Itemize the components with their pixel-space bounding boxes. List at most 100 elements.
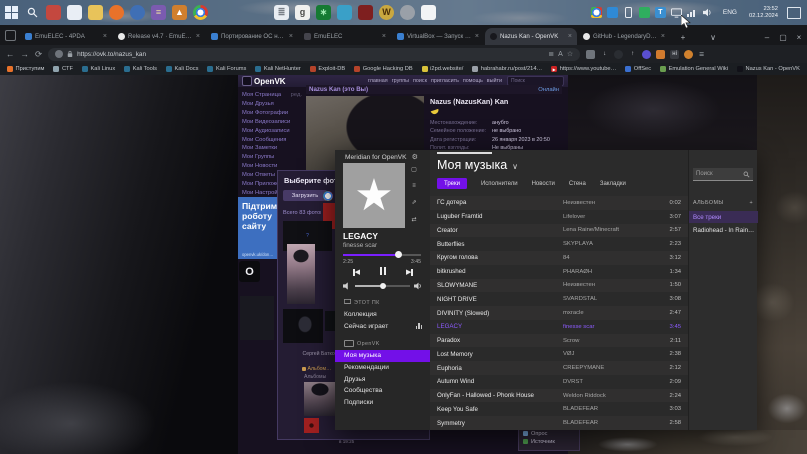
sidebar-item-5[interactable]: Мои Аудиозаписи bbox=[242, 127, 304, 136]
translate-icon[interactable]: A bbox=[558, 51, 563, 58]
forward-button[interactable]: → bbox=[21, 49, 30, 59]
bookmark-6[interactable]: Kali Forums bbox=[207, 66, 246, 72]
sidebar-item-6[interactable]: Мои Сообщения bbox=[242, 136, 304, 145]
adblock-shield-icon[interactable] bbox=[586, 50, 595, 59]
search-icon[interactable] bbox=[25, 5, 40, 20]
track-row-2[interactable]: Luguber FramtidLifelover3:07 bbox=[430, 210, 688, 224]
gimp-icon[interactable]: g bbox=[295, 5, 310, 20]
track-row-1[interactable]: ГС дотераНеизвестен0:02 bbox=[430, 196, 688, 210]
volume-low-icon[interactable] bbox=[343, 282, 351, 290]
game-red-icon[interactable] bbox=[358, 5, 373, 20]
sidebar-item-2[interactable]: Мои Друзья bbox=[242, 100, 304, 109]
track-row-7[interactable]: SLOWYMANEНеизвестен1:50 bbox=[430, 279, 688, 293]
tab-7[interactable]: GitHub - LegendaryDevMeridia…× bbox=[578, 28, 670, 45]
bookmark-5[interactable]: Kali Docs bbox=[166, 66, 199, 72]
tab-search-chevron[interactable]: ∨ bbox=[705, 33, 721, 42]
seek-thumb[interactable] bbox=[395, 251, 402, 258]
track-row-3[interactable]: CreatorLena Raine/Minecraft2:57 bbox=[430, 224, 688, 238]
document-icon[interactable] bbox=[421, 5, 436, 20]
track-row-15[interactable]: OnlyFan - Hallowed - Phonk HouseWeldon R… bbox=[430, 389, 688, 403]
vlc-icon[interactable]: ▲ bbox=[172, 5, 187, 20]
meridian-tab-Закладки[interactable]: Закладки bbox=[600, 181, 626, 187]
calendar-icon[interactable] bbox=[67, 5, 82, 20]
meridian-item-Моя музыка[interactable]: Моя музыка bbox=[335, 350, 430, 362]
tab-2[interactable]: Release v4.7 · EmuELEC/EmuEL…× bbox=[113, 28, 205, 45]
window-close-button[interactable]: × bbox=[791, 33, 807, 42]
tab-close-icon[interactable]: × bbox=[196, 33, 200, 40]
expand-icon[interactable]: ⇗ bbox=[409, 199, 419, 206]
track-row-10[interactable]: LEGACYfinesse scar3:45 bbox=[430, 320, 688, 334]
openvk-logo[interactable]: OpenVK bbox=[242, 76, 286, 86]
track-row-5[interactable]: Кругом голова843:12 bbox=[430, 251, 688, 265]
meridian-item-Сейчас играет[interactable]: Сейчас играет bbox=[335, 321, 430, 333]
meridian-item-Рекомендации[interactable]: Рекомендации bbox=[335, 362, 430, 374]
phone-link-icon[interactable] bbox=[623, 7, 634, 18]
online-status-link[interactable]: Онлайн bbox=[538, 87, 559, 93]
sidebar-item-4[interactable]: Мои Видеозаписи bbox=[242, 118, 304, 127]
bookmark-1[interactable]: Приступим bbox=[7, 66, 44, 72]
now-playing-artist[interactable]: finesse scar bbox=[343, 242, 377, 249]
nav-link-5[interactable]: помощь bbox=[463, 78, 483, 84]
orange-ext-icon[interactable] bbox=[656, 50, 665, 59]
volume-high-icon[interactable] bbox=[414, 282, 423, 290]
bookmark-13[interactable]: OffSec bbox=[625, 66, 651, 72]
colorful-ext-icon[interactable] bbox=[642, 50, 651, 59]
next-button[interactable]: ▶ bbox=[406, 268, 413, 276]
attach-item-1[interactable]: Опрос bbox=[523, 431, 579, 437]
file-explorer-icon[interactable] bbox=[88, 5, 103, 20]
hi-ext-icon[interactable]: ні bbox=[670, 50, 679, 59]
pause-button[interactable] bbox=[378, 267, 387, 277]
track-row-6[interactable]: bitkrushedPHARAØH1:34 bbox=[430, 265, 688, 279]
meridian-item-Коллекция[interactable]: Коллекция bbox=[335, 309, 430, 321]
add-album-button[interactable]: + bbox=[749, 200, 753, 206]
photo-thumbnail-figure[interactable] bbox=[283, 309, 323, 343]
notepad-icon[interactable]: ≣ bbox=[274, 5, 289, 20]
volume-thumb[interactable] bbox=[380, 283, 387, 290]
photos-icon[interactable] bbox=[337, 5, 352, 20]
edge-tray-icon[interactable] bbox=[607, 7, 618, 18]
tor-browser-icon[interactable] bbox=[130, 5, 145, 20]
start-icon[interactable] bbox=[4, 5, 19, 20]
repeat-icon[interactable]: ⇄ bbox=[409, 216, 419, 223]
meridian-item-Друзья[interactable]: Друзья bbox=[335, 373, 430, 385]
nav-link-2[interactable]: группы bbox=[392, 78, 409, 84]
track-row-11[interactable]: ParadoxScrow2:11 bbox=[430, 334, 688, 348]
meridian-tab-Исполнители[interactable]: Исполнители bbox=[481, 181, 518, 187]
tab-close-icon[interactable]: × bbox=[382, 33, 386, 40]
window-minimize-button[interactable]: – bbox=[759, 33, 775, 42]
bookmark-2[interactable]: CTF bbox=[53, 66, 73, 72]
sidebar-item-8[interactable]: Мои Группы bbox=[242, 153, 304, 162]
tab-close-icon[interactable]: × bbox=[661, 33, 665, 40]
reload-button[interactable]: ⟳ bbox=[35, 49, 42, 60]
track-row-12[interactable]: Lost MemoryVØJ2:38 bbox=[430, 347, 688, 361]
clock[interactable]: 23:52 02.12.2024 bbox=[746, 6, 781, 19]
url-field[interactable]: https://ovk.to/nazus_kan ≣ A ☆ bbox=[48, 48, 580, 61]
photo-thumbnail-portrait[interactable] bbox=[287, 244, 315, 304]
track-row-17[interactable]: SymmetryBLADEFEAR2:58 bbox=[430, 416, 688, 430]
sidebar-item-3[interactable]: Мои Фотографии bbox=[242, 109, 304, 118]
meridian-tab-Новости[interactable]: Новости bbox=[532, 181, 555, 187]
meridian-item-Сообщества[interactable]: Сообщества bbox=[335, 385, 430, 397]
bookmark-7[interactable]: Kali NetHunter bbox=[255, 66, 301, 72]
tab-6[interactable]: Nazus Kan - OpenVK× bbox=[485, 28, 577, 45]
profile-header-link[interactable]: Nazus Kan (это Вы) bbox=[309, 86, 368, 93]
bookmark-9[interactable]: Google Hacking DB bbox=[354, 66, 412, 72]
section-heading[interactable]: Моя музыка∨ bbox=[437, 158, 518, 172]
back-button[interactable]: ← bbox=[6, 49, 15, 59]
bookmark-3[interactable]: Kali Linux bbox=[82, 66, 115, 72]
sidebar-item-1[interactable]: Моя Страницаред. bbox=[242, 91, 304, 100]
tab-close-icon[interactable]: × bbox=[475, 33, 479, 40]
openvk-logo-tile[interactable]: O bbox=[239, 261, 260, 282]
antivirus-icon[interactable] bbox=[639, 7, 650, 18]
wow-icon[interactable]: W bbox=[379, 5, 394, 20]
dark-ext-icon[interactable] bbox=[614, 50, 623, 59]
sidebar-edit-link[interactable]: ред. bbox=[291, 91, 304, 100]
winrar-icon[interactable]: ≡ bbox=[151, 5, 166, 20]
album-item[interactable]: Radiohead - In Rainbow… bbox=[693, 227, 755, 234]
track-row-9[interactable]: DIVINITY (Slowed)mxracle2:47 bbox=[430, 306, 688, 320]
nav-link-3[interactable]: поиск bbox=[413, 78, 427, 84]
album-link[interactable]: Альбом… bbox=[302, 366, 331, 372]
sphere-app-icon[interactable] bbox=[400, 5, 415, 20]
upload-ext-icon[interactable]: ↑ bbox=[628, 50, 637, 59]
tab-close-icon[interactable]: × bbox=[568, 33, 572, 40]
